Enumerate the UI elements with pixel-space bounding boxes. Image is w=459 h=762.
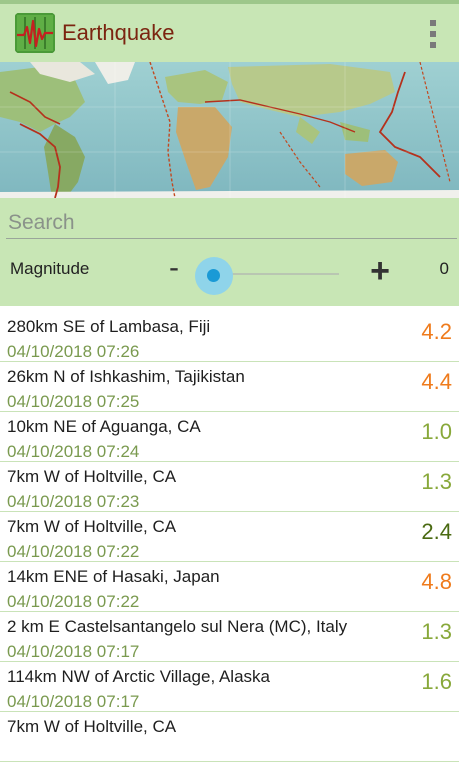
earthquake-place: 2 km E Castelsantangelo sul Nera (MC), I… (7, 617, 348, 636)
earthquake-place: 7km W of Holtville, CA (7, 517, 177, 536)
search-input[interactable] (6, 208, 457, 239)
earthquake-row[interactable]: 280km SE of Lambasa, Fiji 04/10/2018 07:… (0, 312, 459, 362)
earthquake-time: 04/10/2018 07:25 (7, 392, 140, 411)
decrease-magnitude-button[interactable]: - (162, 253, 186, 283)
magnitude-slider-thumb[interactable] (207, 269, 220, 282)
filter-panel: Magnitude - (0, 198, 459, 306)
earthquake-magnitude: 4.4 (421, 369, 452, 394)
earthquake-place: 7km W of Holtville, CA (7, 717, 177, 736)
app-title: Earthquake (62, 20, 175, 45)
earthquake-time: 04/10/2018 07:24 (7, 442, 140, 461)
earthquake-row[interactable]: 7km W of Holtville, CA (0, 712, 459, 762)
earthquake-row[interactable]: 14km ENE of Hasaki, Japan 04/10/2018 07:… (0, 562, 459, 612)
earthquake-magnitude: 1.3 (421, 469, 452, 494)
app-logo-icon (15, 13, 55, 53)
earthquake-magnitude: 1.0 (421, 419, 452, 444)
magnitude-value: 0 (439, 259, 449, 278)
earthquake-row[interactable]: 26km N of Ishkashim, Tajikistan 04/10/20… (0, 362, 459, 412)
earthquake-row[interactable]: 2 km E Castelsantangelo sul Nera (MC), I… (0, 612, 459, 662)
world-map-image (0, 62, 459, 198)
overflow-menu-icon[interactable] (429, 20, 437, 48)
earthquake-list[interactable]: 280km SE of Lambasa, Fiji 04/10/2018 07:… (0, 312, 459, 762)
earthquake-magnitude: 2.4 (421, 519, 452, 544)
increase-magnitude-button[interactable]: + (364, 254, 396, 288)
earthquake-row[interactable]: 7km W of Holtville, CA 04/10/2018 07:22 … (0, 512, 459, 562)
earthquake-magnitude: 4.2 (421, 319, 452, 344)
earthquake-time: 04/10/2018 07:26 (7, 342, 140, 361)
earthquake-row[interactable]: 10km NE of Aguanga, CA 04/10/2018 07:24 … (0, 412, 459, 462)
earthquake-row[interactable]: 114km NW of Arctic Village, Alaska 04/10… (0, 662, 459, 712)
magnitude-label: Magnitude (10, 259, 90, 278)
app-bar: Earthquake (0, 4, 459, 62)
earthquake-place: 280km SE of Lambasa, Fiji (7, 317, 211, 336)
earthquake-time: 04/10/2018 07:17 (7, 642, 140, 661)
earthquake-magnitude: 1.6 (421, 669, 452, 694)
earthquake-row[interactable]: 7km W of Holtville, CA 04/10/2018 07:23 … (0, 462, 459, 512)
earthquake-time: 04/10/2018 07:17 (7, 692, 140, 711)
earthquake-place: 26km N of Ishkashim, Tajikistan (7, 367, 245, 386)
earthquake-time: 04/10/2018 07:23 (7, 492, 140, 511)
earthquake-place: 14km ENE of Hasaki, Japan (7, 567, 220, 586)
earthquake-magnitude: 4.8 (421, 569, 452, 594)
earthquake-magnitude: 1.3 (421, 619, 452, 644)
earthquake-time: 04/10/2018 07:22 (7, 542, 140, 561)
earthquake-place: 10km NE of Aguanga, CA (7, 417, 201, 436)
earthquake-place: 114km NW of Arctic Village, Alaska (7, 667, 270, 686)
earthquake-time: 04/10/2018 07:22 (7, 592, 140, 611)
earthquake-place: 7km W of Holtville, CA (7, 467, 177, 486)
